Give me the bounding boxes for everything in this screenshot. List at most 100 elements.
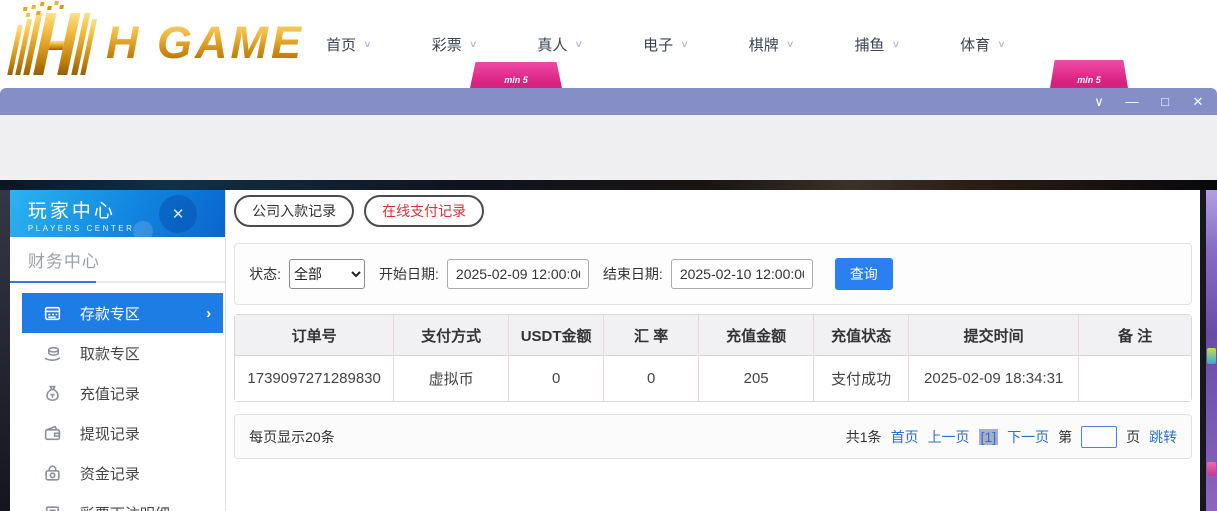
filter-bar: 状态: 全部 开始日期: 结束日期: 查询	[234, 243, 1193, 305]
col-recharge-status: 充值状态	[813, 315, 909, 356]
table-row: 1739097271289830 虚拟币 0 0 205 支付成功 2025-0…	[235, 356, 1192, 401]
tab-online-payment-records[interactable]: 在线支付记录	[364, 195, 485, 227]
promo-ribbon: min 5	[1050, 60, 1128, 88]
page-number-input[interactable]	[1081, 425, 1118, 448]
logo-text: H GAME	[106, 17, 304, 68]
col-recharge-amount: 充值金额	[698, 315, 814, 356]
jump-suffix: 页	[1126, 428, 1141, 445]
cell-remark	[1078, 356, 1192, 401]
logo[interactable]: H GAME	[7, 6, 304, 80]
main-nav: 首页 ∨ 彩票 ∨ 真人 ∨ 电子 ∨ 棋牌 ∨ 捕鱼 ∨ 体育 ∨	[326, 0, 1006, 88]
query-button[interactable]: 查询	[834, 258, 893, 290]
jump-button[interactable]: 跳转	[1149, 427, 1177, 447]
status-select[interactable]: 全部	[289, 259, 366, 289]
chevron-down-icon: ∨	[997, 38, 1006, 50]
window-titlebar[interactable]: ∨ — □ ✕	[0, 88, 1217, 115]
section-underline	[9, 281, 226, 283]
record-tabs: 公司入款记录 在线支付记录	[234, 195, 1192, 227]
start-date-input[interactable]	[446, 259, 589, 289]
records-panel: 公司入款记录 在线支付记录 状态: 全部 开始日期: 结束日期: 查询	[226, 190, 1201, 511]
prev-page-link[interactable]: 上一页	[928, 427, 970, 447]
document-list-icon	[45, 505, 60, 511]
background-page-strip	[1206, 190, 1217, 511]
sidebar-item-recharge-records[interactable]: 充值记录	[10, 373, 225, 413]
chevron-down-icon: ∨	[680, 38, 689, 50]
sidebar-item-withdrawal-records[interactable]: 提现记录	[10, 413, 225, 453]
sidebar-section-finance: 财务中心	[10, 237, 225, 272]
cell-order-number: 1739097271289830	[235, 356, 394, 401]
start-date-label: 开始日期:	[379, 266, 439, 282]
col-payment-method: 支付方式	[393, 315, 509, 356]
first-page-link[interactable]: 首页	[891, 427, 919, 447]
cell-exchange-rate: 0	[603, 356, 699, 401]
chevron-down-icon: ∨	[574, 38, 584, 50]
sidebar-menu: 存款专区 › 取款专区 充值记录 提现记录 资金记录	[10, 293, 225, 511]
logo-dots-decoration	[22, 7, 28, 11]
section-label: 财务中心	[27, 252, 100, 271]
next-page-link[interactable]: 下一页	[1007, 427, 1049, 447]
dark-divider-band	[0, 180, 1217, 190]
pagination-controls: 共1条 首页 上一页 [1] 下一页 第 页 跳转	[845, 425, 1177, 448]
promo-ribbon: min 5	[470, 62, 562, 88]
left-dark-edge	[0, 190, 10, 511]
background-thumbnail	[1207, 348, 1217, 364]
sidebar-item-deposit-zone[interactable]: 存款专区 ›	[21, 293, 224, 333]
sidebar-item-lottery-bet-details[interactable]: 彩票下注明细	[10, 493, 225, 511]
minimize-icon[interactable]: —	[1125, 95, 1139, 108]
current-page-badge: [1]	[978, 428, 999, 445]
logo-h-mark-icon	[3, 7, 109, 75]
nav-item-fishing[interactable]: 捕鱼 ∨	[854, 34, 900, 55]
deposit-card-icon	[44, 306, 61, 320]
page: H GAME 首页 ∨ 彩票 ∨ 真人 ∨ 电子 ∨ 棋牌 ∨ 捕鱼 ∨ 体育 …	[0, 0, 1217, 511]
col-remark: 备 注	[1078, 315, 1192, 356]
nav-item-live-casino[interactable]: 真人 ∨	[537, 34, 583, 55]
total-count: 共1条	[845, 428, 882, 445]
nav-item-sports[interactable]: 体育 ∨	[960, 34, 1006, 55]
sidebar-subtitle: PLAYERS CENTER	[27, 224, 135, 233]
table-header-row: 订单号 支付方式 USDT金额 汇 率 充值金额 充值状态 提交时间 备 注	[235, 315, 1192, 356]
sidebar-header: 玩家中心 PLAYERS CENTER ✕	[9, 190, 226, 237]
pagination-bar: 每页显示20条 共1条 首页 上一页 [1] 下一页 第 页 跳转	[234, 414, 1193, 459]
col-order-number: 订单号	[235, 315, 394, 356]
sidebar-item-funds-records[interactable]: 资金记录	[10, 453, 225, 493]
background-thumbnail	[1207, 462, 1217, 476]
chevron-down-icon: ∨	[785, 38, 795, 50]
window-controls: ∨ — □ ✕	[1092, 88, 1205, 115]
player-center-sidebar: 玩家中心 PLAYERS CENTER ✕ 财务中心 存款专区 › 取款专区 充…	[9, 190, 227, 511]
tab-company-deposit-records[interactable]: 公司入款记录	[234, 195, 355, 227]
close-icon[interactable]: ✕	[1191, 95, 1205, 108]
cell-recharge-amount: 205	[698, 356, 814, 401]
col-exchange-rate: 汇 率	[603, 315, 699, 356]
money-bag-icon	[46, 385, 59, 401]
jump-prefix: 第	[1058, 428, 1073, 445]
per-page-text: 每页显示20条	[249, 428, 335, 445]
nav-item-lottery[interactable]: 彩票 ∨	[432, 34, 478, 55]
maximize-icon[interactable]: □	[1158, 95, 1172, 108]
window-top-band	[0, 115, 1217, 180]
hand-coins-icon	[44, 346, 61, 361]
site-header: H GAME 首页 ∨ 彩票 ∨ 真人 ∨ 电子 ∨ 棋牌 ∨ 捕鱼 ∨ 体育 …	[0, 0, 1217, 88]
end-date-label: 结束日期:	[602, 266, 663, 282]
payment-records-table: 订单号 支付方式 USDT金额 汇 率 充值金额 充值状态 提交时间 备 注 1	[234, 314, 1193, 402]
cell-submit-time: 2025-02-09 18:34:31	[908, 356, 1079, 401]
collapse-icon[interactable]: ∨	[1092, 95, 1106, 108]
funds-bag-icon	[45, 464, 60, 481]
chevron-right-icon: ›	[206, 304, 212, 322]
nav-item-home[interactable]: 首页 ∨	[326, 34, 372, 55]
end-date-input[interactable]	[670, 259, 813, 289]
cell-recharge-status: 支付成功	[813, 356, 909, 401]
col-submit-time: 提交时间	[908, 315, 1079, 356]
window-content: 玩家中心 PLAYERS CENTER ✕ 财务中心 存款专区 › 取款专区 充…	[0, 190, 1217, 511]
chevron-down-icon: ∨	[891, 38, 901, 50]
sidebar-item-withdraw-zone[interactable]: 取款专区	[10, 333, 225, 373]
wallet-icon	[44, 425, 61, 440]
gamepad-watermark-icon: ✕	[133, 195, 198, 237]
nav-item-slots[interactable]: 电子 ∨	[643, 34, 689, 55]
chevron-down-icon: ∨	[468, 38, 478, 50]
chevron-down-icon: ∨	[363, 38, 372, 50]
nav-item-chess[interactable]: 棋牌 ∨	[749, 34, 795, 55]
player-center-window: ∨ — □ ✕ 玩家中心 PLAYERS CENTER ✕ 财务中心 存款专区 …	[0, 88, 1217, 511]
col-usdt-amount: USDT金额	[508, 315, 604, 356]
cell-usdt-amount: 0	[508, 356, 604, 401]
cell-payment-method: 虚拟币	[393, 356, 509, 401]
